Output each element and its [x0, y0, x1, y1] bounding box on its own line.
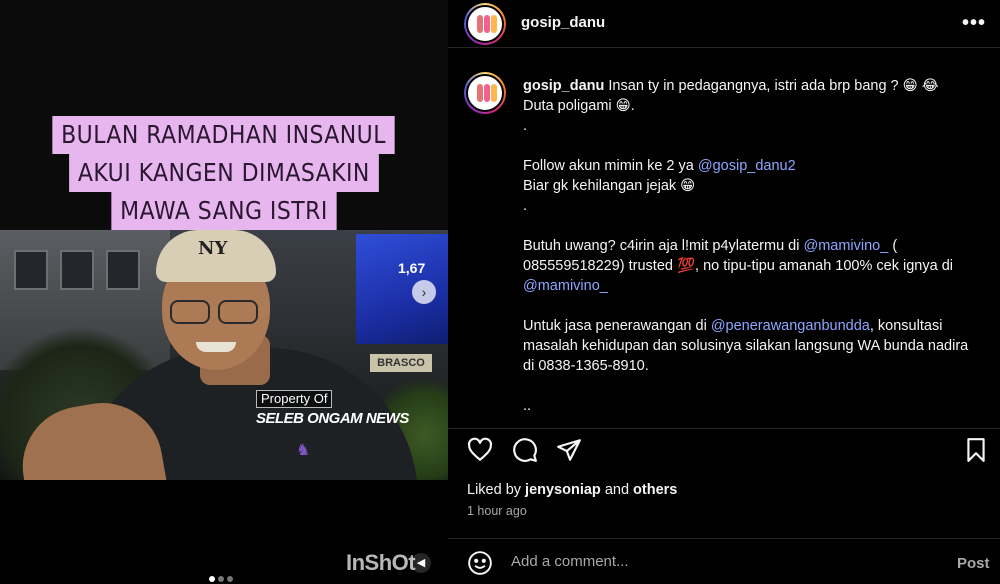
avatar[interactable] — [464, 3, 506, 45]
liked-by-others[interactable]: others — [633, 482, 677, 498]
glasses-icon — [166, 300, 262, 324]
caption-text: Untuk jasa penerawangan di — [523, 318, 711, 334]
caption-text: Butuh uwang? c4irin aja l!mit p4ylatermu… — [523, 238, 804, 254]
shop-sign: BRASCO — [370, 354, 432, 372]
comment-icon[interactable] — [512, 437, 538, 463]
mention-link[interactable]: @gosip_danu2 — [698, 158, 796, 174]
caption-separator: .. — [523, 398, 532, 414]
mention-link[interactable]: @mamivino_ — [803, 238, 888, 254]
post-header: gosip_danu ••• — [448, 0, 1000, 48]
caption-separator: . — [523, 118, 528, 134]
carousel-dot — [227, 576, 233, 582]
post-comment-button[interactable]: Post — [957, 555, 990, 572]
app-watermark: InShOt — [346, 550, 416, 575]
video-watermark: Property Of SELEB ONGAM NEWS — [256, 390, 409, 427]
post-username[interactable]: gosip_danu — [521, 14, 605, 31]
caption-text: Biar gk kehilangan jejak 😁 — [523, 178, 696, 194]
bookmark-icon[interactable] — [963, 437, 989, 463]
caption-text: Insan ty in pedagangnya, istri ada brp b… — [608, 78, 939, 94]
mention-link[interactable]: @mamivino_ — [523, 278, 608, 294]
caption-username[interactable]: gosip_danu — [523, 78, 604, 94]
share-icon[interactable] — [556, 437, 582, 463]
carousel-dot — [218, 576, 224, 582]
carousel-dot — [209, 576, 215, 582]
watermark-line-1: Property Of — [256, 390, 333, 408]
add-comment-row: Post — [448, 538, 1000, 584]
liked-by: Liked by jenysoniap and others — [467, 482, 678, 498]
caption-text: Follow akun mimin ke 2 ya — [523, 158, 698, 174]
sound-icon[interactable]: ◀ — [411, 553, 431, 573]
video-frame: 1,67 › BRASCO NY ♞ Property Of SELEB ONG… — [0, 230, 448, 480]
action-bar — [448, 428, 1000, 468]
comment-input[interactable] — [511, 553, 911, 570]
shirt-logo-icon: ♞ — [296, 442, 311, 459]
emoji-icon[interactable] — [467, 550, 493, 576]
video-caption-line-2: AKUI KANGEN DIMASAKIN — [69, 154, 379, 192]
mention-link[interactable]: @penerawanganbundda — [711, 318, 870, 334]
more-horizontal-icon[interactable]: ••• — [962, 12, 986, 35]
post-timestamp[interactable]: 1 hour ago — [467, 504, 527, 518]
post-media[interactable]: BULAN RAMADHAN INSANUL AKUI KANGEN DIMAS… — [0, 0, 448, 584]
caption-avatar[interactable] — [464, 72, 506, 114]
video-caption-line-1: BULAN RAMADHAN INSANUL — [52, 116, 396, 154]
post-panel: gosip_danu ••• gosip_danu Insan ty in pe… — [448, 0, 1000, 584]
next-arrow-icon[interactable]: › — [412, 280, 436, 304]
cap-logo: NY — [198, 238, 228, 259]
caption-separator: . — [523, 198, 528, 214]
video-caption: BULAN RAMADHAN INSANUL AKUI KANGEN DIMAS… — [0, 116, 448, 230]
caption-text: Duta poligami 😁. — [523, 98, 635, 114]
person-smile — [196, 342, 236, 352]
post-caption: gosip_danu Insan ty in pedagangnya, istr… — [523, 76, 973, 416]
watermark-line-2: SELEB ONGAM NEWS — [256, 410, 409, 427]
heart-icon[interactable] — [467, 437, 493, 463]
video-caption-line-3: MAWA SANG ISTRI — [111, 192, 337, 230]
carousel-indicator — [209, 569, 236, 584]
liked-by-user[interactable]: jenysoniap — [525, 482, 601, 498]
